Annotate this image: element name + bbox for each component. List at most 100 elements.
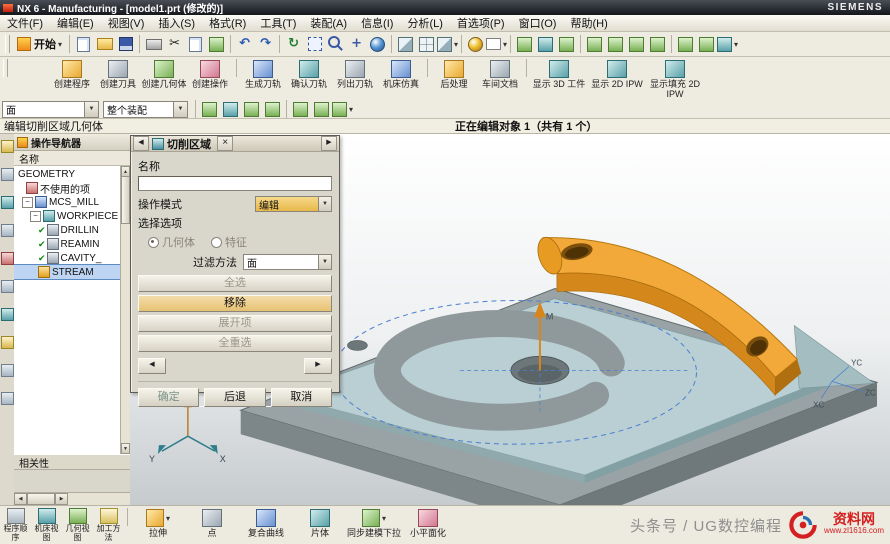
scrollbar-thumb[interactable] (27, 493, 55, 505)
composite-curve-button[interactable]: 复合曲线 (239, 508, 293, 538)
machining-method-view-button[interactable]: 加工方法 (93, 508, 124, 542)
previous-page-button[interactable] (138, 358, 166, 374)
program-order-view-button[interactable]: 程序顺序 (0, 508, 31, 542)
select-face-button[interactable] (220, 99, 241, 119)
snap-point-button[interactable] (584, 34, 605, 54)
btn-list-toolpath[interactable]: 列出刀轨 (332, 59, 378, 89)
reuse-library-tab-icon[interactable] (1, 280, 14, 293)
hd3d-tools-tab-icon[interactable] (1, 308, 14, 321)
btn-show-2d-ipw[interactable]: 显示 2D IPW (588, 59, 646, 89)
undo-button[interactable] (234, 34, 255, 54)
radio-feature[interactable]: 特征 (211, 234, 247, 250)
facet-body-button[interactable]: 小平面化 (401, 508, 455, 538)
paste-button[interactable] (206, 34, 227, 54)
dependencies-section-header[interactable]: 相关性 (14, 454, 130, 470)
menu-help[interactable]: 帮助(H) (563, 15, 614, 31)
internet-explorer-tab-icon[interactable] (1, 336, 14, 349)
collapse-icon[interactable] (22, 197, 33, 208)
remove-button[interactable]: 移除 (138, 295, 332, 312)
scroll-right-icon[interactable] (55, 493, 68, 505)
mode-combo[interactable]: 编辑 (255, 196, 332, 212)
pan-button[interactable] (346, 34, 367, 54)
btn-create-operation[interactable]: 创建操作 (187, 59, 233, 89)
tree-item-streamline-selected[interactable]: STREAM (14, 265, 120, 279)
navigator-vertical-scrollbar[interactable] (120, 166, 130, 454)
btn-create-tool[interactable]: 创建刀具 (95, 59, 141, 89)
snap-enable-button[interactable] (199, 99, 220, 119)
toolbar-grip[interactable] (3, 59, 8, 77)
next-page-button[interactable] (304, 358, 332, 374)
save-button[interactable] (115, 34, 136, 54)
navigator-horizontal-scrollbar[interactable] (14, 492, 130, 505)
btn-show-3d-ipw[interactable]: 显示 3D 工件 (530, 59, 588, 89)
point-button[interactable]: 点 (185, 508, 239, 538)
filter-method-combo[interactable]: 面 (243, 254, 332, 270)
scroll-left-icon[interactable] (14, 493, 27, 505)
menu-preferences[interactable]: 首选项(P) (450, 15, 512, 31)
roles-tab-icon[interactable] (1, 392, 14, 405)
extrude-button[interactable]: 拉伸 (131, 508, 185, 538)
type-filter-combo[interactable]: 面 (2, 101, 99, 118)
menu-view[interactable]: 视图(V) (101, 15, 152, 31)
part-navigator-tab-icon[interactable] (1, 196, 14, 209)
ok-button[interactable]: 确定 (138, 388, 199, 407)
wcs-button[interactable] (556, 34, 577, 54)
sheet-body-button[interactable]: 片体 (293, 508, 347, 538)
snap-end-button[interactable] (605, 34, 626, 54)
reselect-all-button[interactable]: 全重选 (138, 335, 332, 352)
wireframe-view-button[interactable] (416, 34, 437, 54)
back-button[interactable]: 后退 (204, 388, 265, 407)
assembly-navigator-tab-icon[interactable] (1, 140, 14, 153)
rotate-view-button[interactable] (367, 34, 388, 54)
menu-tools[interactable]: 工具(T) (253, 15, 303, 31)
menu-format[interactable]: 格式(R) (202, 15, 253, 31)
redo-button[interactable] (255, 34, 276, 54)
constraint-navigator-tab-icon[interactable] (1, 168, 14, 181)
menu-assemblies[interactable]: 装配(A) (303, 15, 354, 31)
measure-button[interactable] (675, 34, 696, 54)
btn-shop-documentation[interactable]: 车间文档 (477, 59, 523, 89)
print-button[interactable] (143, 34, 164, 54)
highlight-button[interactable] (290, 99, 311, 119)
menu-insert[interactable]: 插入(S) (151, 15, 202, 31)
navigator-column-header[interactable]: 名称 (14, 151, 130, 166)
name-input[interactable] (138, 176, 332, 191)
menu-file[interactable]: 文件(F) (0, 15, 50, 31)
appearance-button[interactable] (465, 34, 486, 54)
navigator-header[interactable]: 操作导航器 (14, 134, 130, 151)
tree-item-cavity-mill[interactable]: CAVITY_ (14, 251, 120, 265)
show-hide-button[interactable] (535, 34, 556, 54)
btn-show-fill-2d-ipw[interactable]: 显示填充 2D IPW (646, 59, 704, 99)
collapse-icon[interactable] (30, 211, 41, 222)
shaded-view-button[interactable] (395, 34, 416, 54)
btn-machine-simulation[interactable]: 机床仿真 (378, 59, 424, 89)
cancel-button[interactable]: 取消 (271, 388, 332, 407)
geometry-view-button[interactable]: 几何视图 (62, 508, 93, 542)
radio-geometry[interactable]: 几何体 (148, 234, 195, 250)
cut-button[interactable] (164, 34, 185, 54)
menu-edit[interactable]: 编辑(E) (50, 15, 101, 31)
toolbar-grip[interactable] (5, 35, 10, 53)
refresh-button[interactable] (283, 34, 304, 54)
menu-analysis[interactable]: 分析(L) (400, 15, 449, 31)
btn-create-program[interactable]: 创建程序 (49, 59, 95, 89)
zoom-button[interactable] (325, 34, 346, 54)
btn-postprocess[interactable]: 后处理 (431, 59, 477, 89)
menu-window[interactable]: 窗口(O) (512, 15, 564, 31)
selection-options-dropdown[interactable] (332, 99, 353, 119)
btn-verify-toolpath[interactable]: 确认刀轨 (286, 59, 332, 89)
layer-settings-button[interactable] (514, 34, 535, 54)
dialog-close-icon[interactable] (217, 136, 233, 151)
select-all-button[interactable]: 全选 (138, 275, 332, 292)
dialog-titlebar[interactable]: 切削区域 (131, 136, 339, 152)
dialog-back-icon[interactable] (133, 136, 149, 151)
tree-item-workpiece[interactable]: WORKPIECE (14, 209, 120, 223)
synchronous-modeling-dropdown[interactable]: 同步建模下拉 (347, 508, 401, 538)
operation-navigator-tab-icon[interactable] (1, 224, 14, 237)
tree-item-unused[interactable]: 不使用的项 (14, 181, 120, 195)
select-body-button[interactable] (262, 99, 283, 119)
history-tab-icon[interactable] (1, 364, 14, 377)
expand-item-button[interactable]: 展开项 (138, 315, 332, 332)
tree-item-reaming[interactable]: REAMIN (14, 237, 120, 251)
view-style-dropdown[interactable] (437, 34, 458, 54)
